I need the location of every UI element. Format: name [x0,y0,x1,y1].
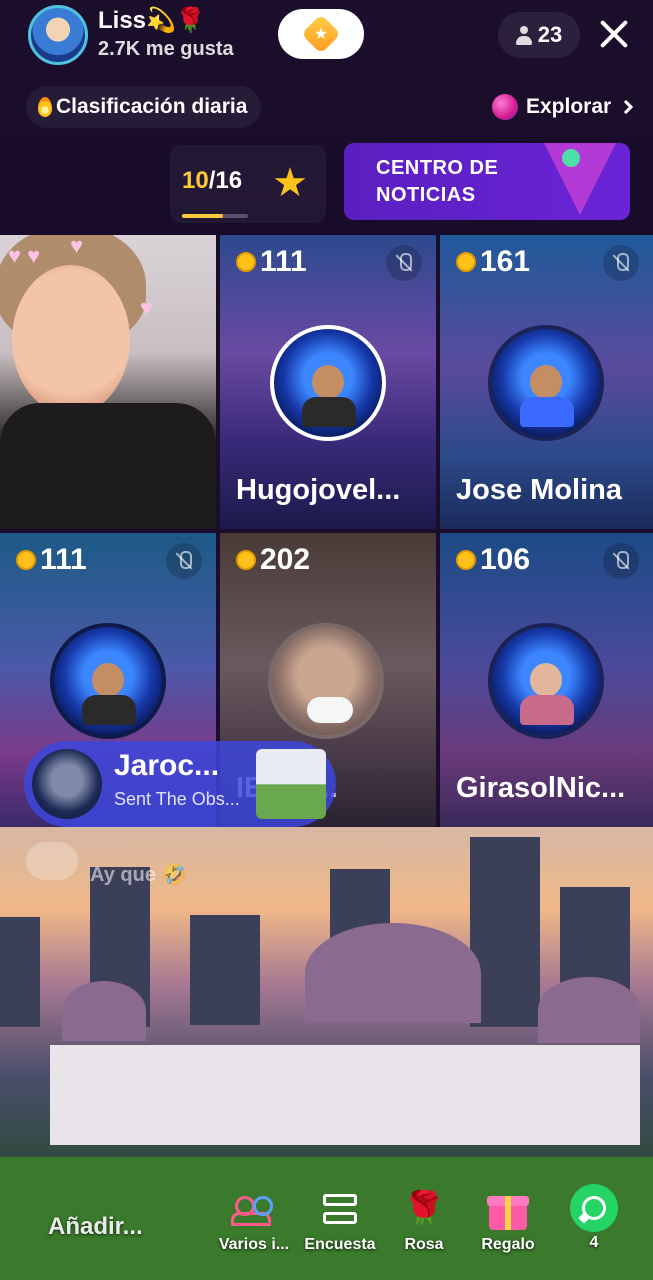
chevron-right-icon [619,99,634,115]
guest-name: GirasolNic... [456,772,626,804]
goal-progress-track [182,214,248,218]
rose-icon: 🌹 [401,1189,447,1230]
guest-slot-6[interactable]: 106 GirasolNic... [440,533,653,827]
daily-ranking-button[interactable]: Clasificación diaria [26,86,262,128]
poll-button[interactable]: Encuesta [300,1190,380,1260]
skyscraper [190,915,260,1025]
explore-button[interactable]: Explorar [486,86,637,128]
guest-slot-3[interactable]: 161 Jose Molina [440,235,653,529]
guest-score: 111 [16,543,87,577]
heart-filter-icon: ♥ ♥ [8,243,41,268]
goal-progress-fill [182,214,224,218]
guest-name: Hugojovel... [236,474,401,506]
side-dome [62,981,146,1041]
explore-label: Explorar [526,95,612,118]
goal-progress-text: 10/16 [182,167,242,195]
viewer-count-button[interactable]: 23 [498,12,580,58]
guest-score-value: 111 [260,245,307,278]
goal-progress[interactable]: 10/16 ★ [170,145,326,223]
guest-avatar[interactable] [488,623,604,739]
follow-button[interactable]: ★ [278,9,364,59]
coin-icon [16,550,36,570]
guest-slot-2[interactable]: 111 Hugojovel... [220,235,436,529]
multi-guest-button[interactable]: Varios i... [214,1190,294,1260]
ice-cream-scoop-icon [562,149,580,167]
host-avatar[interactable] [28,5,88,65]
news-center-banner[interactable]: CENTRO DE NOTICIAS [344,143,630,220]
observatory-gift-icon [256,749,326,819]
guest-score-value: 111 [40,543,87,576]
star-badge-icon: ★ [301,14,341,54]
heart-filter-icon: ♥ [70,235,84,258]
host-jacket [0,403,216,529]
person-icon [515,25,532,45]
mic-muted-icon [603,245,639,281]
guest-score-value: 161 [480,245,531,278]
goal-total: /16 [208,167,243,194]
guest-avatar[interactable] [50,623,166,739]
daily-ranking-label: Clasificación diaria [56,95,248,118]
guest-score: 111 [236,245,307,279]
chat-message: Ay que 🤣 [90,864,187,886]
rose-button[interactable]: 🌹 Rosa [384,1190,464,1260]
gift-label: Regalo [481,1236,535,1253]
guest-score: 202 [236,543,310,577]
top-bar: Liss💫🌹 2.7K me gusta ★ 23 Clasificación … [0,0,653,235]
gift-notification[interactable]: Jaroc... Sent The Obs... [24,741,336,827]
heart-filter-icon: ♥ [140,295,154,320]
guest-score-value: 106 [480,543,531,576]
coin-icon [236,550,256,570]
poll-icon [317,1190,363,1230]
whatsapp-icon [570,1184,618,1232]
mic-muted-icon [603,543,639,579]
guest-score: 106 [456,543,530,577]
gift-icon [485,1190,531,1230]
guest-avatar[interactable] [268,623,384,739]
guest-avatar[interactable] [270,325,386,441]
multi-guest-label: Varios i... [218,1236,290,1253]
share-count: 4 [589,1234,599,1251]
skyscraper [0,917,40,1027]
coin-icon [236,252,256,272]
gift-sender-avatar [32,749,102,819]
star-icon: ★ [272,161,308,205]
close-icon[interactable] [596,16,632,52]
gift-button[interactable]: Regalo [468,1190,548,1260]
mic-muted-icon [166,543,202,579]
gift-sender-name: Jaroc... [114,749,220,782]
goal-current: 10 [182,167,209,194]
flame-icon [38,97,52,117]
guest-grid: ♥ ♥ ♥ ♥ 111 Hugojovel... 161 Jose Molina… [0,235,653,827]
main-dome [305,923,481,1023]
poll-label: Encuesta [304,1236,376,1253]
host-name[interactable]: Liss💫🌹 [98,6,206,35]
rose-label: Rosa [404,1236,444,1253]
chat-avatar [26,842,78,880]
coin-icon [456,550,476,570]
host-likes: 2.7K me gusta [98,38,234,60]
face-mask [307,697,353,723]
viewer-count: 23 [537,22,563,47]
guest-avatar[interactable] [488,325,604,441]
guest-score-value: 202 [260,543,311,576]
planet-icon [492,94,518,120]
comment-input[interactable]: Añadir... [34,1206,214,1248]
share-whatsapp-button[interactable]: 4 [554,1184,634,1254]
multi-guest-icon [231,1190,277,1230]
observatory-building [50,1045,640,1145]
mic-muted-icon [386,245,422,281]
news-center-label: CENTRO DE NOTICIAS [376,157,499,206]
guest-name: Jose Molina [456,474,622,506]
coin-icon [456,252,476,272]
host-video[interactable]: ♥ ♥ ♥ ♥ [0,235,216,529]
side-dome [538,977,640,1043]
gift-message: Sent The Obs... [114,789,240,809]
guest-score: 161 [456,245,530,279]
host-face [12,265,130,415]
ice-cream-icon [544,143,616,215]
